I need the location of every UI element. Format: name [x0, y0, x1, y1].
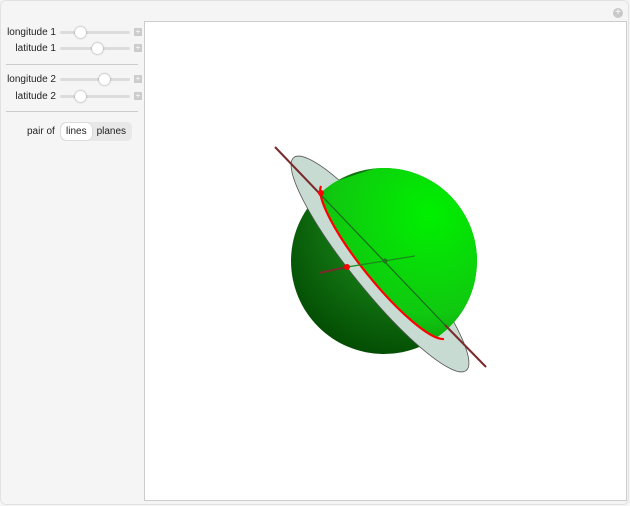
- graphics-3d-view[interactable]: [144, 21, 627, 501]
- divider: [6, 111, 138, 112]
- slider-latitude-1[interactable]: latitude 1 +: [0, 41, 142, 55]
- slider-thumb[interactable]: [74, 26, 86, 38]
- expand-plus-icon[interactable]: +: [134, 44, 142, 52]
- expand-plus-icon[interactable]: +: [134, 92, 142, 100]
- slider-track[interactable]: [60, 42, 130, 54]
- slider-longitude-1[interactable]: longitude 1 +: [0, 25, 142, 39]
- slider-track[interactable]: [60, 90, 130, 102]
- slider-label: longitude 2: [7, 73, 56, 85]
- center-point: [382, 258, 388, 264]
- expand-plus-icon[interactable]: +: [134, 75, 142, 83]
- slider-thumb[interactable]: [75, 90, 87, 102]
- slider-track[interactable]: [60, 26, 130, 38]
- pair-selector[interactable]: lines planes: [60, 122, 133, 141]
- expand-plus-icon[interactable]: +: [134, 28, 142, 36]
- sphere-graphic: [274, 146, 487, 373]
- option-planes[interactable]: planes: [92, 123, 131, 140]
- option-lines[interactable]: lines: [61, 123, 92, 140]
- slider-latitude-2[interactable]: latitude 2 +: [0, 89, 142, 103]
- intersection-point: [318, 190, 324, 196]
- slider-label: latitude 2: [15, 90, 56, 102]
- slider-thumb[interactable]: [92, 42, 104, 54]
- slider-label: longitude 1: [7, 26, 56, 38]
- slider-track[interactable]: [60, 73, 130, 85]
- slider-label: latitude 1: [15, 42, 56, 54]
- intersection-point: [344, 264, 350, 270]
- divider: [6, 64, 138, 65]
- pair-of-label: pair of: [27, 126, 55, 137]
- slider-thumb[interactable]: [99, 73, 111, 85]
- slider-longitude-2[interactable]: longitude 2 +: [0, 72, 142, 86]
- add-icon[interactable]: +: [613, 8, 623, 18]
